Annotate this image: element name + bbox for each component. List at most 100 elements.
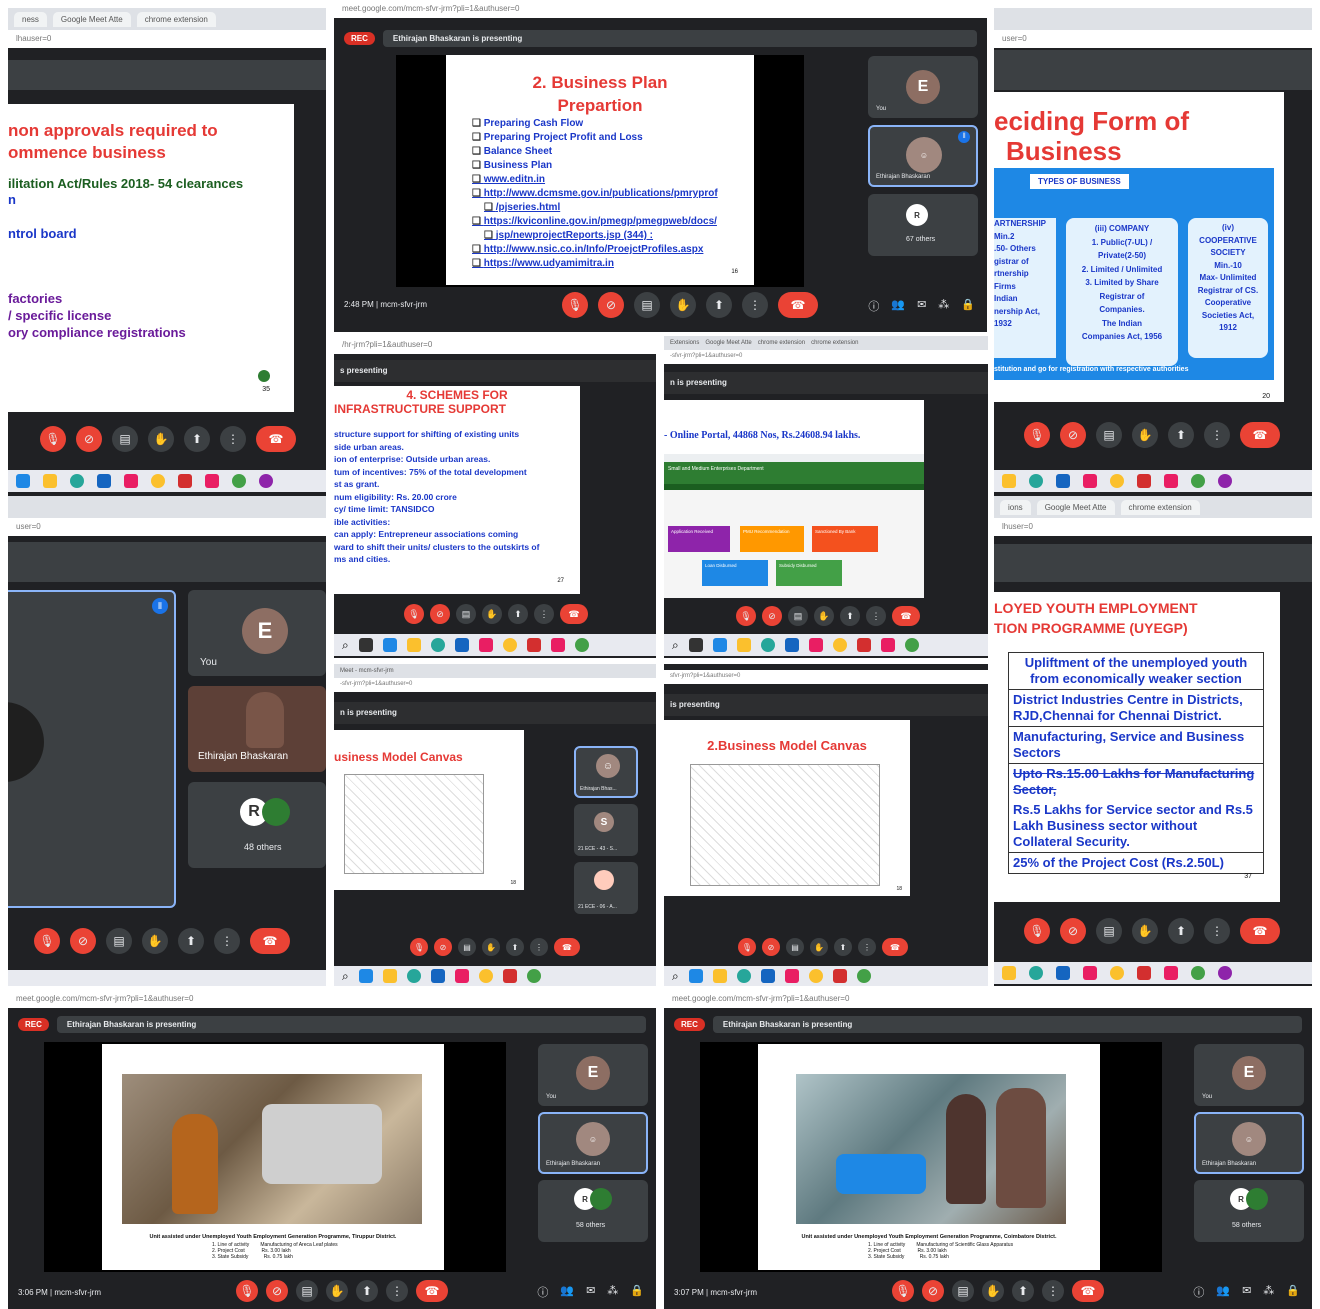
browser-tab[interactable]: chrome extension <box>811 340 858 346</box>
participant-tile-presenter[interactable]: ☺ Ethirajan Bhaskaran <box>538 1112 648 1174</box>
store-icon[interactable] <box>760 969 775 983</box>
browser-tab[interactable]: chrome extension <box>1120 499 1200 515</box>
app-icon[interactable] <box>1164 474 1178 488</box>
app-icon[interactable] <box>880 638 895 652</box>
chrome-icon[interactable] <box>808 969 823 983</box>
folder-icon[interactable] <box>1002 966 1016 980</box>
participant-tile-you[interactable]: E You <box>188 590 326 676</box>
more-options-icon[interactable]: ⋮ <box>1204 918 1230 944</box>
present-icon[interactable]: ⬆ <box>1168 918 1194 944</box>
raise-hand-icon[interactable]: ✋ <box>810 938 828 956</box>
app-icon[interactable] <box>1191 966 1205 980</box>
captions-icon[interactable]: ▤ <box>106 928 132 954</box>
folder-icon[interactable] <box>406 638 421 652</box>
participant-tile-presenter[interactable]: ☺ Ethirajan Bhas... <box>574 746 638 798</box>
store-icon[interactable] <box>784 638 799 652</box>
task-view-icon[interactable] <box>358 638 373 652</box>
mic-off-icon[interactable]: 🎙 <box>40 426 66 452</box>
present-icon[interactable]: ⬆ <box>356 1280 378 1302</box>
more-options-icon[interactable]: ⋮ <box>866 606 886 626</box>
app-icon[interactable] <box>856 638 871 652</box>
chat-icon[interactable]: ✉ <box>586 1284 595 1300</box>
present-icon[interactable]: ⬆ <box>706 292 732 318</box>
search-icon[interactable]: ⌕ <box>672 638 679 653</box>
browser-tab[interactable]: ness <box>14 11 47 27</box>
camera-off-icon[interactable]: ⊘ <box>70 928 96 954</box>
app-icon[interactable] <box>688 969 703 983</box>
more-options-icon[interactable]: ⋮ <box>534 604 554 624</box>
raise-hand-icon[interactable]: ✋ <box>148 426 174 452</box>
camera-off-icon[interactable]: ⊘ <box>762 606 782 626</box>
browser-tab[interactable]: Google Meet Atte <box>1036 499 1115 515</box>
raise-hand-icon[interactable]: ✋ <box>482 938 500 956</box>
captions-icon[interactable]: ▤ <box>112 426 138 452</box>
app-icon[interactable] <box>712 638 727 652</box>
store-icon[interactable] <box>454 638 469 652</box>
app-icon[interactable] <box>1218 966 1232 980</box>
app-icon[interactable] <box>502 969 517 983</box>
app-icon[interactable] <box>358 969 373 983</box>
task-view-icon[interactable] <box>688 638 703 652</box>
app-icon[interactable] <box>526 969 541 983</box>
captions-icon[interactable]: ▤ <box>456 604 476 624</box>
participant-tile-others[interactable]: R 58 others <box>538 1180 648 1242</box>
present-icon[interactable]: ⬆ <box>1012 1280 1034 1302</box>
mic-off-icon[interactable]: 🎙 <box>562 292 588 318</box>
info-icon[interactable]: ⓘ <box>537 1284 548 1300</box>
edge-icon[interactable] <box>70 474 84 488</box>
present-icon[interactable]: ⬆ <box>834 938 852 956</box>
participant-tile-presenter[interactable]: Ethirajan Bhaskaran <box>188 686 326 772</box>
store-icon[interactable] <box>1056 474 1070 488</box>
app-icon[interactable] <box>832 969 847 983</box>
app-icon[interactable] <box>454 969 469 983</box>
address-bar[interactable]: lhuser=0 <box>994 518 1312 536</box>
present-icon[interactable]: ⬆ <box>508 604 528 624</box>
app-icon[interactable] <box>205 474 219 488</box>
more-options-icon[interactable]: ⋮ <box>214 928 240 954</box>
info-icon[interactable]: ⓘ <box>868 298 879 314</box>
app-icon[interactable] <box>259 474 273 488</box>
raise-hand-icon[interactable]: ✋ <box>982 1280 1004 1302</box>
app-icon[interactable] <box>124 474 138 488</box>
participant-tile-presenter[interactable]: ☺ ⦀ Ethirajan Bhaskaran <box>868 125 978 187</box>
folder-icon[interactable] <box>43 474 57 488</box>
end-call-button[interactable]: ☎ <box>882 938 908 956</box>
mic-off-icon[interactable]: 🎙 <box>738 938 756 956</box>
more-options-icon[interactable]: ⋮ <box>220 426 246 452</box>
browser-tab[interactable]: Meet - mcm-sfvr-jrm <box>340 668 394 674</box>
participant-tile-you[interactable]: E You <box>1194 1044 1304 1106</box>
store-icon[interactable] <box>97 474 111 488</box>
edge-icon[interactable] <box>1029 966 1043 980</box>
raise-hand-icon[interactable]: ✋ <box>1132 422 1158 448</box>
store-icon[interactable] <box>1056 966 1070 980</box>
participant-tile[interactable]: 21 ECE - 06 - A... <box>574 862 638 914</box>
people-icon[interactable]: 👥 <box>891 298 905 314</box>
address-bar[interactable]: /hr-jrm?pli=1&authuser=0 <box>334 336 656 354</box>
camera-off-icon[interactable]: ⊘ <box>922 1280 944 1302</box>
camera-off-icon[interactable]: ⊘ <box>430 604 450 624</box>
app-icon[interactable] <box>16 474 30 488</box>
camera-off-icon[interactable]: ⊘ <box>266 1280 288 1302</box>
browser-tab[interactable]: Extensions <box>670 340 699 346</box>
browser-tab[interactable]: chrome extension <box>758 340 805 346</box>
host-controls-icon[interactable]: 🔒 <box>961 298 975 314</box>
camera-off-icon[interactable]: ⊘ <box>1060 918 1086 944</box>
app-icon[interactable] <box>1083 966 1097 980</box>
camera-off-icon[interactable]: ⊘ <box>598 292 624 318</box>
edge-icon[interactable] <box>736 969 751 983</box>
captions-icon[interactable]: ▤ <box>634 292 660 318</box>
browser-tab[interactable]: Google Meet Atte <box>52 11 131 27</box>
more-options-icon[interactable]: ⋮ <box>1042 1280 1064 1302</box>
chat-icon[interactable]: ✉ <box>917 298 926 314</box>
info-icon[interactable]: ⓘ <box>1193 1284 1204 1300</box>
end-call-button[interactable]: ☎ <box>1240 918 1280 944</box>
participant-tile-active[interactable]: ⦀ <box>8 590 176 908</box>
camera-off-icon[interactable]: ⊘ <box>76 426 102 452</box>
chrome-icon[interactable] <box>1110 966 1124 980</box>
address-bar[interactable]: user=0 <box>8 518 326 536</box>
folder-icon[interactable] <box>1002 474 1016 488</box>
edge-icon[interactable] <box>406 969 421 983</box>
browser-tab[interactable]: ions <box>1000 499 1031 515</box>
more-options-icon[interactable]: ⋮ <box>1204 422 1230 448</box>
more-options-icon[interactable]: ⋮ <box>386 1280 408 1302</box>
